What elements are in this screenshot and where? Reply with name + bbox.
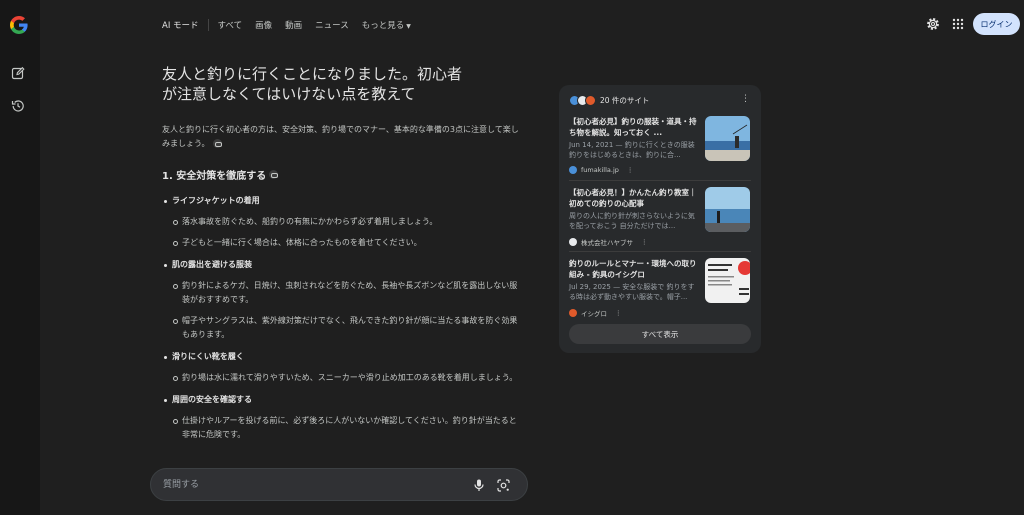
chevron-down-icon: ▼ bbox=[406, 23, 411, 30]
answer-content: ライフジャケットの着用 落水事故を防ぐため、船釣りの有無にかかわらず必ず着用しま… bbox=[162, 194, 522, 462]
tab-ai-mode[interactable]: AI モード bbox=[162, 19, 199, 31]
ask-input[interactable] bbox=[163, 478, 443, 492]
sources-panel: 20 件のサイト ⋮ 【初心者必見】釣りの服装・道具・持ち物を解説。知っておく … bbox=[559, 85, 761, 353]
bullet-item: 釣り場は水に濡れて滑りやすいため、スニーカーや滑り止め加工のある靴を着用しましょ… bbox=[162, 371, 522, 385]
link-icon[interactable] bbox=[269, 169, 279, 179]
site-favicon bbox=[569, 309, 577, 317]
kebab-icon[interactable]: ⋮ bbox=[641, 238, 648, 246]
source-thumbnail[interactable] bbox=[705, 258, 750, 303]
apps-grid-icon[interactable] bbox=[952, 18, 964, 30]
source-title[interactable]: 【初心者必見！】かんたん釣り教室｜初めての釣りの心配事 bbox=[569, 187, 701, 209]
tab-more-label: もっと見る bbox=[361, 21, 405, 31]
source-snippet: Jun 14, 2021 — 釣りに行くときの服装 釣りをはじめるときは、釣りに… bbox=[569, 141, 695, 159]
tab-more[interactable]: もっと見る ▼ bbox=[362, 19, 411, 31]
history-icon[interactable] bbox=[11, 99, 25, 113]
new-chat-icon[interactable] bbox=[11, 66, 25, 80]
bullet-title: ライフジャケットの着用 bbox=[162, 194, 522, 208]
source-site-name: 株式会社ハヤブサ bbox=[581, 239, 633, 247]
lens-icon[interactable] bbox=[497, 479, 510, 492]
tab-separator bbox=[207, 19, 209, 31]
google-logo-icon[interactable] bbox=[9, 15, 29, 35]
source-title[interactable]: 釣りのルールとマナー・環境への取り組み - 釣具のイシグロ bbox=[569, 258, 701, 280]
answer-intro: 友人と釣りに行く初心者の方は、安全対策、釣り場でのマナー、基本的な準備の3点に注… bbox=[162, 123, 520, 151]
kebab-icon[interactable]: ⋮ bbox=[627, 166, 634, 174]
source-site: 株式会社ハヤブサ ⋮ bbox=[569, 237, 648, 247]
site-favicon bbox=[569, 238, 577, 246]
bullet-item: 落水事故を防ぐため、船釣りの有無にかかわらず必ず着用しましょう。 bbox=[162, 215, 522, 229]
source-site-name: イシグロ bbox=[581, 310, 607, 318]
site-favicon bbox=[585, 94, 596, 106]
login-button[interactable]: ログイン bbox=[973, 13, 1020, 35]
source-site-name: fumakilla.jp bbox=[581, 166, 619, 174]
source-title[interactable]: 【初心者必見】釣りの服装・道具・持ち物を解説。知っておく ... bbox=[569, 116, 701, 138]
section-heading: 1. 安全対策を徹底する bbox=[162, 167, 522, 182]
tab-videos[interactable]: 動画 bbox=[285, 19, 302, 31]
source-thumbnail[interactable] bbox=[705, 116, 750, 161]
tab-news[interactable]: ニュース bbox=[315, 19, 349, 31]
source-thumbnail[interactable] bbox=[705, 187, 750, 232]
ask-box bbox=[150, 468, 528, 501]
source-snippet: Jul 29, 2025 — 安全な服装で 釣りをする時は必ず動きやすい服装で。… bbox=[569, 283, 695, 301]
tab-images[interactable]: 画像 bbox=[255, 19, 272, 31]
bullet-item: 仕掛けやルアーを投げる前に、必ず後ろに人がいないか確認してください。釣り針が当た… bbox=[162, 414, 522, 442]
side-rail bbox=[0, 0, 40, 515]
show-all-button[interactable]: すべて表示 bbox=[569, 324, 751, 344]
sources-count: 20 件のサイト bbox=[600, 95, 650, 105]
bullet-title: 肌の露出を避ける服装 bbox=[162, 258, 522, 272]
kebab-icon[interactable]: ⋮ bbox=[615, 309, 622, 317]
section-heading-text: 1. 安全対策を徹底する bbox=[162, 170, 267, 182]
bullet-item: 子どもと一緒に行く場合は、体格に合ったものを着せてください。 bbox=[162, 236, 522, 250]
mic-icon[interactable] bbox=[473, 479, 485, 492]
source-site: イシグロ ⋮ bbox=[569, 308, 622, 318]
gear-icon[interactable] bbox=[926, 17, 940, 31]
answer-header: 友人と釣りに行くことになりました。初心者が注意しなくてはいけない点を教えて 友人… bbox=[162, 64, 522, 182]
site-favicon bbox=[569, 166, 577, 174]
divider bbox=[569, 180, 751, 181]
bullet-item: 釣り針によるケガ、日焼け、虫刺されなどを防ぐため、長袖や長ズボンなど肌を露出しな… bbox=[162, 279, 522, 307]
link-icon[interactable] bbox=[212, 139, 222, 148]
bullet-title: 周囲の安全を確認する bbox=[162, 393, 522, 407]
tab-all[interactable]: すべて bbox=[218, 19, 243, 31]
sources-header: 20 件のサイト bbox=[569, 93, 649, 107]
search-tabs: AI モード すべて 画像 動画 ニュース もっと見る ▼ bbox=[162, 18, 424, 32]
bullet-title: 滑りにくい靴を履く bbox=[162, 350, 522, 364]
source-site: fumakilla.jp ⋮ bbox=[569, 166, 633, 174]
bullet-item: 帽子やサングラスは、紫外線対策だけでなく、飛んできた釣り針が顔に当たる事故を防ぐ… bbox=[162, 314, 522, 342]
query-title: 友人と釣りに行くことになりました。初心者が注意しなくてはいけない点を教えて bbox=[162, 65, 463, 103]
divider bbox=[569, 251, 751, 252]
source-snippet: 周りの人に釣り針が刺さらないように気を配っておこう 自分ただけでは... bbox=[569, 212, 695, 230]
kebab-icon[interactable]: ⋮ bbox=[741, 95, 750, 104]
